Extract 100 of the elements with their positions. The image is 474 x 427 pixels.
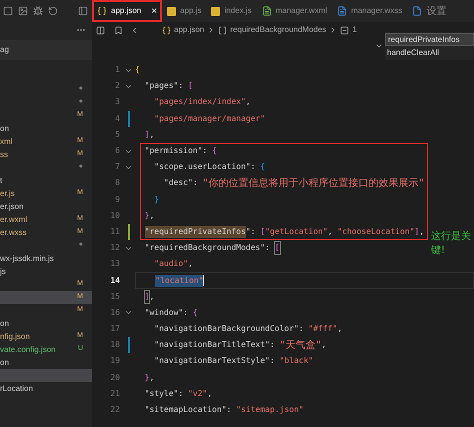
code-token: :	[265, 242, 270, 254]
line-number: 22	[109, 404, 121, 416]
line-number: 4	[114, 112, 121, 125]
code-token: :	[250, 161, 256, 174]
square-icon[interactable]	[3, 6, 13, 16]
code-token: ,	[149, 128, 154, 141]
line-number: 1	[114, 64, 121, 76]
code-token: "navigationBarTitleText"	[154, 339, 270, 352]
code-token: ,	[322, 339, 326, 352]
code-token: }	[154, 194, 160, 206]
code-token: ,	[246, 96, 251, 108]
code-token: ]	[144, 128, 150, 141]
dropdown-item[interactable]: handleClearAll	[385, 46, 474, 59]
line-number: 19	[109, 355, 121, 368]
line-number: 13	[109, 258, 121, 270]
code-token: :	[298, 323, 304, 336]
line-number: 11	[109, 226, 121, 238]
code-token: :	[270, 355, 275, 368]
panel-icon[interactable]	[78, 6, 88, 16]
line-number: 17	[109, 323, 121, 336]
code-token: ,	[207, 388, 212, 400]
code-token: [	[260, 226, 266, 238]
close-tab-button[interactable]: ×	[151, 4, 158, 18]
back-icon[interactable]	[130, 26, 139, 34]
code-token: "requiredPrivateInfos	[144, 226, 246, 238]
item-icon	[340, 26, 350, 34]
refresh-icon[interactable]	[48, 6, 58, 16]
line-number: 2	[114, 80, 121, 92]
code-token: "getLocation"	[265, 226, 328, 238]
editor-tab[interactable]: index.js	[206, 0, 257, 22]
code-token: "window"	[144, 306, 184, 319]
editor-tab[interactable]: manager.wxml	[256, 0, 332, 22]
code-token: "black"	[280, 355, 314, 368]
line-number: 9	[114, 194, 121, 206]
image-icon[interactable]	[18, 6, 28, 16]
code-token: "navigationBarTextStyle"	[154, 355, 270, 368]
editor-tab[interactable]: 设置	[407, 0, 474, 22]
code-token: }	[144, 372, 150, 384]
code-token: :	[183, 306, 188, 319]
dropdown-item[interactable]: requiredPrivateInfos	[385, 33, 474, 46]
breadcrumb-item[interactable]: app.json	[174, 24, 204, 36]
code-token: :	[270, 339, 275, 352]
code-token: "scope.userLocation"	[154, 161, 251, 174]
document-icon	[337, 6, 348, 16]
code-token: "	[246, 226, 251, 238]
code-token: :	[250, 226, 256, 238]
code-token: "#fff"	[308, 323, 338, 336]
line-number: 20	[109, 372, 121, 384]
bug-icon[interactable]	[33, 6, 43, 16]
js-file-icon	[167, 6, 176, 16]
file-icon	[412, 6, 422, 16]
breadcrumb-item[interactable]: requiredBackgroundModes	[230, 24, 326, 36]
editor-tab[interactable]: manager.wxss	[332, 0, 408, 22]
code-token: "desc"	[164, 177, 193, 190]
text-cursor	[203, 275, 204, 286]
code-token: :	[178, 388, 184, 400]
code-token: [	[274, 242, 280, 254]
code-token: "permission"	[144, 145, 202, 158]
line-number: 5	[114, 128, 121, 141]
code-token: {	[192, 306, 198, 319]
line-number: 7	[114, 161, 121, 174]
document-icon	[262, 6, 272, 16]
code-token: "sitemapLocation"	[144, 404, 227, 416]
line-number: 10	[109, 210, 121, 222]
code-token: ]	[144, 290, 150, 303]
code-token: "pages/index/index"	[154, 96, 246, 108]
code-token: "location"	[155, 274, 204, 287]
code-token: "v2"	[188, 388, 208, 400]
code-token: "pages/manager/manager"	[154, 112, 266, 125]
code-token: :	[202, 145, 208, 158]
code-token: "你的位置信息将用于小程序位置接口的效果展示"	[202, 176, 424, 191]
line-number: 3	[114, 96, 121, 108]
code-token: ,	[149, 210, 154, 222]
breadcrumb-item[interactable]: 1	[352, 24, 357, 36]
code-token: :	[226, 404, 232, 416]
annotation-note: 这行是关键!	[431, 230, 472, 258]
code-token: "sitemap.json"	[236, 404, 304, 416]
code-token: [	[188, 80, 193, 92]
code-token: {	[260, 161, 266, 174]
line-number: 12	[109, 242, 121, 254]
line-number: 14	[109, 274, 121, 287]
code-token: "navigationBarBackgroundColor"	[154, 323, 299, 336]
code-token: ,	[419, 226, 424, 238]
chevron-down-icon[interactable]	[375, 42, 383, 50]
code-token: "chooseLocation"	[337, 226, 414, 238]
code-token: :	[192, 177, 198, 190]
code-token: ]	[414, 226, 420, 238]
editor-tab[interactable]: app.json ×	[92, 0, 162, 22]
code-token: "pages"	[144, 80, 178, 92]
code-token: ,	[328, 226, 333, 238]
split-editor-icon[interactable]	[96, 26, 105, 34]
code-token: "audio"	[154, 258, 188, 270]
code-token: }	[144, 210, 150, 222]
editor-tab[interactable]: app.js	[162, 0, 206, 22]
line-number: 8	[114, 177, 121, 190]
bookmark-icon[interactable]	[114, 26, 123, 34]
code-token: "style"	[144, 388, 178, 400]
line-number: 6	[114, 145, 121, 158]
line-number: 21	[109, 388, 121, 400]
braces-icon	[97, 6, 107, 16]
